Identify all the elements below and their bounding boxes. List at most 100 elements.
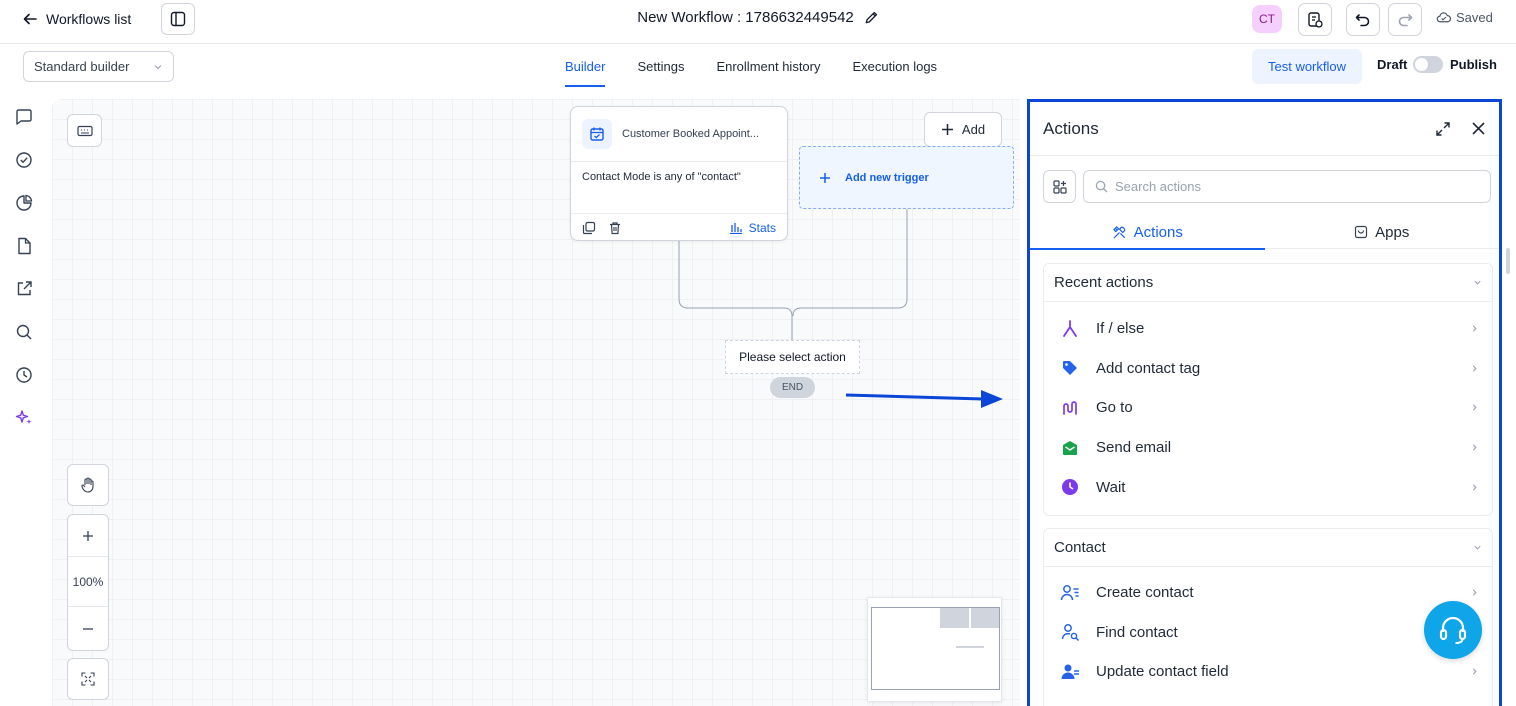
workflow-title: New Workflow : 1786632449542 [0, 9, 1516, 26]
action-add-contact-tag[interactable]: Add contact tag [1044, 349, 1492, 389]
edit-pencil-icon[interactable] [864, 10, 879, 25]
recent-actions-header[interactable]: Recent actions [1044, 264, 1492, 302]
plus-icon [820, 172, 830, 183]
tab-apps-label: Apps [1375, 223, 1410, 241]
support-chat-button[interactable] [1424, 601, 1482, 659]
publish-toggle[interactable] [1413, 56, 1443, 73]
action-label: Send email [1096, 439, 1172, 457]
action-wait[interactable]: Wait [1044, 467, 1492, 507]
goto-icon [1063, 401, 1077, 415]
history-icon[interactable] [14, 365, 34, 385]
search-actions-input[interactable]: Search actions [1083, 170, 1491, 203]
cloud-icon [1436, 12, 1451, 23]
action-go-to[interactable]: Go to [1044, 388, 1492, 428]
trash-icon[interactable] [608, 221, 622, 235]
action-label: Find contact [1096, 623, 1178, 641]
main-tabs: Builder Settings Enrollment history Exec… [565, 44, 969, 88]
pie-chart-icon[interactable] [14, 193, 34, 213]
external-link-icon[interactable] [14, 279, 34, 299]
undo-icon [1355, 13, 1370, 26]
stats-link[interactable]: Stats [729, 221, 776, 235]
select-action-placeholder[interactable]: Please select action [725, 340, 860, 374]
action-label: If / else [1096, 320, 1145, 338]
left-rail [0, 88, 48, 706]
hand-icon [81, 477, 94, 493]
top-bar: Workflows list New Workflow : 1786632449… [0, 0, 1516, 44]
zoom-in-button[interactable] [68, 515, 108, 557]
add-button[interactable]: Add [924, 112, 1002, 147]
add-label: Add [961, 122, 986, 137]
pointer-arrow [845, 390, 1003, 408]
sub-bar: Standard builder Builder Settings Enroll… [0, 44, 1516, 88]
action-label: Create contact [1096, 584, 1194, 602]
email-icon [1063, 440, 1077, 455]
close-icon[interactable] [1471, 121, 1486, 136]
zoom-level: 100% [68, 557, 108, 607]
grid-icon [1052, 179, 1067, 194]
search-icon[interactable] [14, 322, 34, 342]
tab-actions[interactable]: Actions [1030, 215, 1265, 250]
bar-chart-icon [729, 222, 742, 234]
undo-button[interactable] [1346, 3, 1380, 36]
user-avatar[interactable]: CT [1252, 5, 1282, 33]
test-workflow-button[interactable]: Test workflow [1252, 49, 1362, 84]
expand-icon[interactable] [1435, 121, 1451, 137]
page-scrollbar[interactable] [1506, 248, 1510, 274]
minus-icon [83, 627, 93, 630]
user-edit-icon [1061, 664, 1079, 679]
fit-screen-icon [81, 672, 95, 686]
minimap[interactable] [867, 597, 1002, 702]
sparkles-icon[interactable] [14, 408, 34, 428]
plus-icon [941, 124, 953, 135]
publish-label: Publish [1450, 57, 1497, 72]
saved-label: Saved [1456, 10, 1493, 25]
builder-mode-select[interactable]: Standard builder [23, 51, 174, 82]
builder-mode-value: Standard builder [34, 59, 130, 74]
branch-icon [1063, 319, 1077, 337]
tab-builder[interactable]: Builder [565, 44, 606, 88]
headset-icon [1439, 616, 1467, 644]
chevron-right-icon [1472, 668, 1477, 676]
chevron-right-icon [1472, 444, 1477, 451]
zoom-controls: 100% [67, 514, 109, 651]
notes-button[interactable] [1298, 3, 1332, 36]
file-icon[interactable] [14, 236, 34, 256]
category-grid-button[interactable] [1043, 170, 1076, 203]
action-label: Update contact field [1096, 663, 1229, 681]
calendar-check-icon [582, 119, 612, 149]
chat-icon[interactable] [14, 107, 34, 127]
tools-icon [1112, 225, 1125, 239]
contact-header[interactable]: Contact [1044, 529, 1492, 567]
action-update-contact-field[interactable]: Update contact field [1044, 652, 1492, 692]
tab-enrollment-history[interactable]: Enrollment history [716, 44, 820, 88]
draft-label: Draft [1377, 57, 1408, 72]
document-check-icon [1308, 11, 1323, 28]
stats-label: Stats [748, 220, 776, 235]
action-if-else[interactable]: If / else [1044, 309, 1492, 349]
redo-button[interactable] [1388, 3, 1422, 36]
clock-icon [1062, 479, 1078, 496]
chevron-right-icon [1472, 404, 1477, 412]
app-box-icon [1355, 225, 1368, 239]
fit-view-button[interactable] [67, 658, 109, 700]
tab-apps[interactable]: Apps [1265, 215, 1500, 249]
action-send-email[interactable]: Send email [1044, 428, 1492, 468]
check-circle-icon[interactable] [14, 150, 34, 170]
action-create-contact[interactable]: Create contact [1044, 573, 1492, 613]
saved-status: Saved [1436, 10, 1493, 25]
trigger-condition: Contact Mode is any of "contact" [582, 171, 741, 183]
trigger-card[interactable]: Customer Booked Appoint... Contact Mode … [570, 106, 788, 241]
recent-actions-heading: Recent actions [1054, 274, 1154, 291]
add-new-trigger-button[interactable]: Add new trigger [799, 146, 1014, 209]
zoom-out-button[interactable] [68, 607, 108, 650]
chevron-down-icon [1474, 545, 1481, 550]
tab-execution-logs[interactable]: Execution logs [853, 44, 938, 88]
panel-title: Actions [1043, 118, 1099, 138]
copy-icon[interactable] [582, 221, 596, 235]
plus-icon [83, 530, 93, 541]
search-placeholder: Search actions [1115, 179, 1201, 194]
pan-tool-button[interactable] [67, 464, 109, 506]
workflow-title-text: New Workflow : 1786632449542 [637, 9, 854, 26]
search-icon [1095, 180, 1108, 193]
tab-settings[interactable]: Settings [637, 44, 684, 88]
